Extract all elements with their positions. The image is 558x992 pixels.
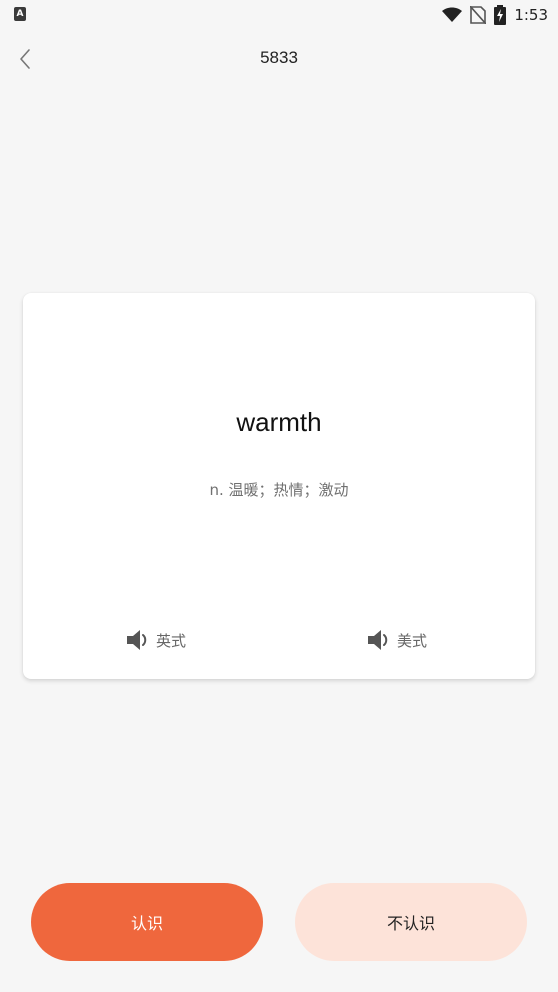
british-pronunciation-button[interactable]: 英式: [126, 626, 186, 654]
status-bar: A 1:53: [0, 0, 558, 30]
status-time: 1:53: [514, 6, 548, 24]
word-text: warmth: [236, 407, 322, 437]
page-title: 5833: [260, 48, 298, 67]
word-meaning: n. 温暖；热情；激动: [209, 481, 349, 499]
american-pronunciation-label: 美式: [397, 631, 428, 650]
app-notification-letter: A: [16, 8, 24, 19]
battery-charging-icon: [494, 5, 507, 25]
status-right-group: 1:53: [442, 4, 548, 26]
speaker-icon: [368, 630, 388, 650]
british-pronunciation-label: 英式: [156, 631, 187, 650]
wifi-icon: [442, 7, 463, 22]
american-pronunciation-button[interactable]: 美式: [367, 626, 427, 654]
word-card: warmth n. 温暖；热情；激动 英式 美式: [23, 293, 535, 679]
speaker-icon: [127, 630, 147, 650]
know-button[interactable]: 认识: [31, 883, 263, 961]
app-notification-icon: A: [14, 7, 26, 21]
header: 5833: [0, 36, 558, 82]
no-sim-icon: [470, 6, 487, 24]
dont-know-button[interactable]: 不认识: [295, 883, 527, 961]
